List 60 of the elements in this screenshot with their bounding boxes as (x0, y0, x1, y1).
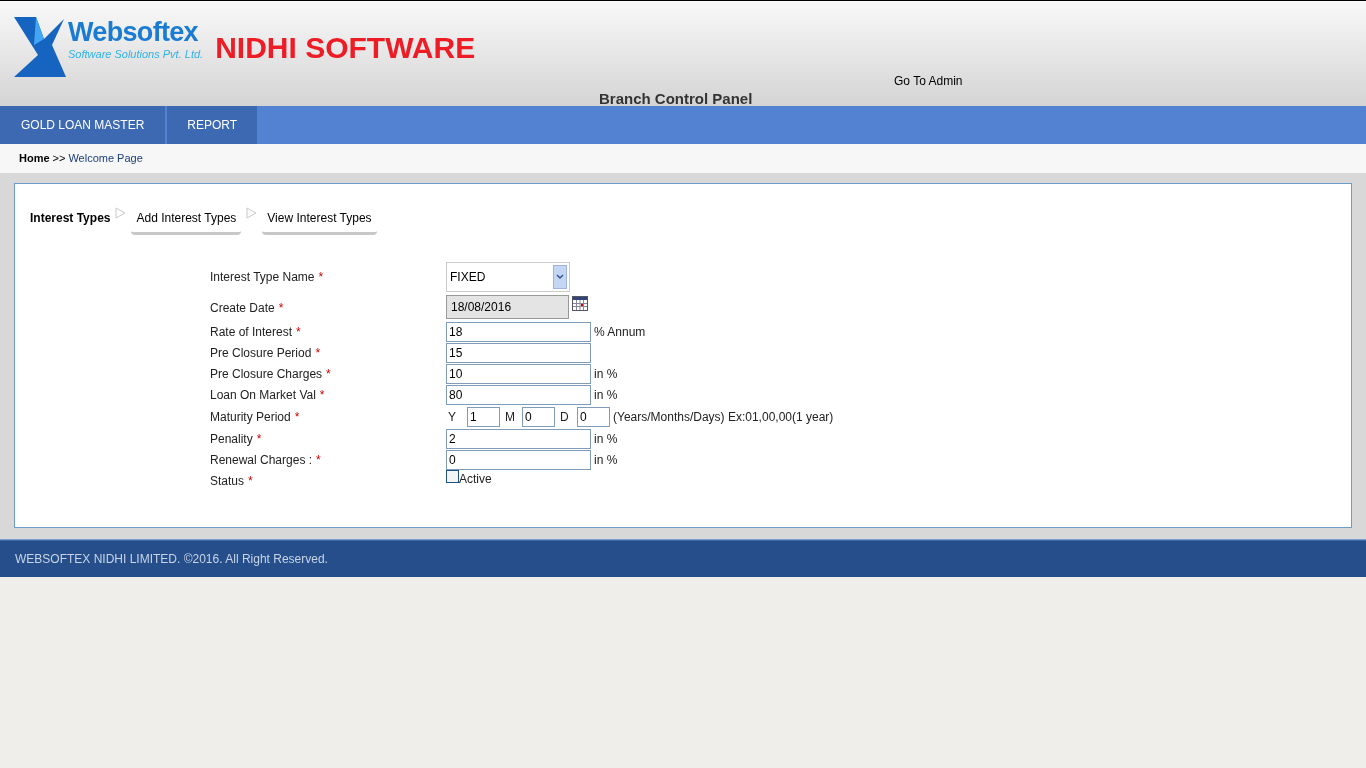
input-field[interactable]: 0 (522, 406, 555, 427)
input-field[interactable]: 10 (446, 363, 591, 384)
calendar-icon[interactable] (572, 296, 588, 311)
unit-label: Y (448, 408, 457, 426)
input-field[interactable]: 18 (446, 321, 591, 342)
field-label: Status (210, 472, 245, 490)
product-title: NIDHI SOFTWARE (215, 31, 476, 65)
required-mark: * (316, 451, 321, 469)
footer-text: WEBSOFTEX NIDHI LIMITED. ©2016. All Right Reserved. (15, 551, 328, 568)
panel-title: Branch Control Panel (599, 89, 753, 109)
input-field[interactable]: 2 (446, 428, 591, 449)
field-label: Maturity Period (210, 408, 291, 426)
checkbox[interactable] (446, 470, 459, 483)
step-tab[interactable]: View Interest Types (262, 206, 377, 235)
field-label: Pre Closure Charges (210, 365, 323, 383)
unit-label: D (560, 408, 570, 426)
brand-name: Websoftex (68, 17, 199, 47)
date-field[interactable]: 18/08/2016 (446, 295, 569, 319)
nav-item[interactable]: GOLD LOAN MASTER (0, 106, 166, 144)
required-mark: * (326, 365, 331, 383)
brand-tagline: Software Solutions Pvt. Ltd. (68, 47, 204, 61)
arrow-icon (115, 207, 127, 219)
logo-icon (14, 17, 66, 77)
unit-label: in % (594, 386, 618, 404)
unit-label: in % (594, 430, 618, 448)
unit-label: in % (594, 451, 618, 469)
hint-text: (Years/Months/Days) Ex:01,00,00(1 year) (613, 408, 834, 426)
input-field[interactable]: 1 (467, 406, 500, 427)
input-field[interactable]: 0 (446, 449, 591, 470)
input-field[interactable]: 0 (577, 406, 610, 427)
breadcrumb-separator: >> (52, 151, 66, 167)
unit-label: M (505, 408, 516, 426)
input-field[interactable]: 15 (446, 342, 591, 363)
field-label: Pre Closure Period (210, 344, 312, 362)
unit-label: in % (594, 365, 618, 383)
arrow-icon (246, 207, 258, 219)
required-mark: * (278, 300, 284, 317)
breadcrumb-link[interactable]: Welcome Page (68, 150, 143, 167)
required-mark: * (318, 269, 324, 286)
field-label: Penality (210, 430, 253, 448)
unit-label: % Annum (594, 323, 646, 341)
required-mark: * (248, 472, 253, 490)
required-mark: * (319, 386, 325, 404)
section-title: Interest Types (30, 210, 111, 227)
required-mark: * (315, 344, 321, 362)
select-field[interactable]: FIXED (446, 262, 570, 292)
home-link[interactable]: Home (19, 150, 50, 167)
field-label: Interest Type Name (210, 269, 315, 286)
field-label: Loan On Market Val (210, 386, 316, 404)
required-mark: * (256, 430, 262, 448)
admin-link[interactable]: Go To Admin (894, 72, 963, 90)
field-label: Create Date (210, 300, 275, 317)
step-tab[interactable]: Add Interest Types (131, 206, 242, 235)
checkbox-label: Active (459, 471, 492, 488)
required-mark: * (294, 408, 300, 426)
field-label: Renewal Charges : (210, 451, 313, 469)
field-label: Rate of Interest (210, 323, 293, 341)
nav-item[interactable]: REPORT (167, 106, 258, 144)
input-field[interactable]: 80 (446, 384, 591, 405)
required-mark: * (296, 323, 301, 341)
